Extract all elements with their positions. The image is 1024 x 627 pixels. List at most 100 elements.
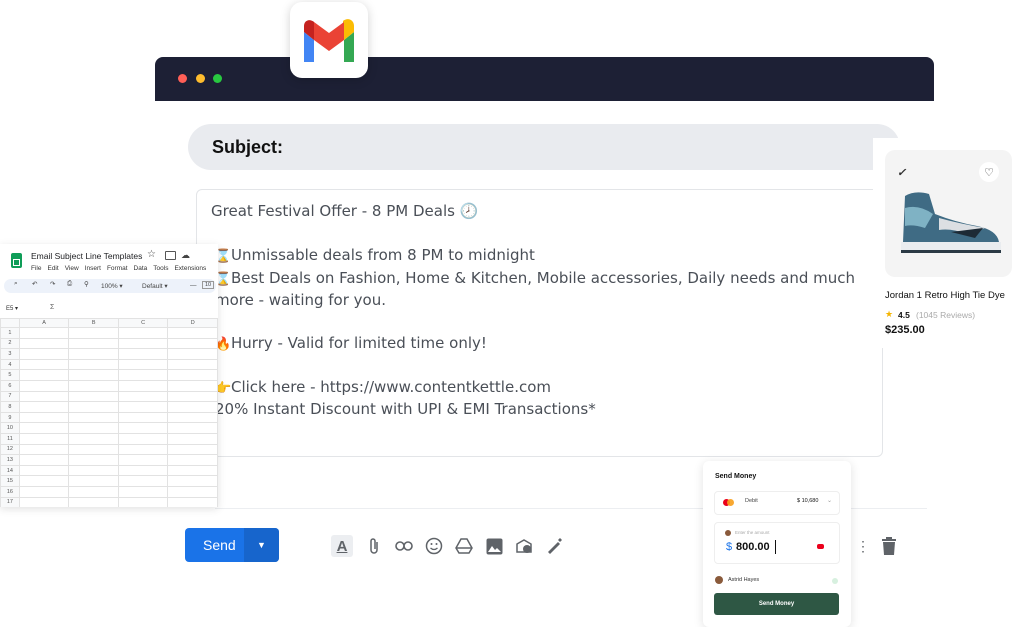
cell[interactable]	[167, 390, 218, 403]
table-row[interactable]: 10	[0, 422, 218, 434]
row-header[interactable]: 7	[0, 390, 20, 403]
cell[interactable]	[68, 379, 119, 392]
cell[interactable]	[117, 348, 169, 360]
table-row[interactable]: 2	[0, 337, 218, 350]
cell[interactable]	[117, 327, 169, 339]
cell[interactable]	[117, 369, 169, 381]
menu-edit[interactable]: Edit	[47, 265, 58, 272]
sheet-grid[interactable]: ABCD 1 2 3 4 5 6 7 8 9 10 11 12 13 14 15 16 17	[0, 318, 218, 507]
cell[interactable]	[18, 411, 70, 424]
cell[interactable]	[167, 475, 218, 487]
cell[interactable]	[68, 475, 119, 487]
cell[interactable]	[68, 327, 119, 339]
row-header[interactable]: 12	[0, 443, 20, 456]
print-icon[interactable]: ⎙	[67, 280, 72, 288]
cell[interactable]	[117, 454, 169, 466]
cell[interactable]	[18, 358, 70, 371]
cell[interactable]	[18, 422, 70, 434]
cell[interactable]	[117, 358, 169, 371]
row-header[interactable]: 4	[0, 358, 20, 371]
insert-photo-icon[interactable]	[483, 535, 505, 557]
close-window-dot[interactable]	[178, 74, 187, 83]
row-header[interactable]: 8	[0, 401, 20, 413]
row-header[interactable]: 16	[0, 485, 20, 498]
cell[interactable]	[68, 390, 119, 403]
cell[interactable]	[117, 401, 169, 413]
cell[interactable]	[117, 337, 169, 350]
cell[interactable]	[167, 464, 218, 477]
menu-insert[interactable]: Insert	[85, 265, 101, 272]
subject-field[interactable]: Subject:	[188, 124, 900, 170]
row-header[interactable]: 10	[0, 422, 20, 434]
table-row[interactable]: 16	[0, 485, 218, 498]
row-header[interactable]: 6	[0, 379, 20, 392]
cell[interactable]	[117, 464, 169, 477]
cell[interactable]	[68, 432, 119, 445]
folder-icon[interactable]	[165, 251, 176, 260]
amount-input[interactable]: Enter the amount $ 800.00	[714, 522, 840, 564]
row-header[interactable]: 14	[0, 464, 20, 477]
table-row[interactable]: 15	[0, 475, 218, 487]
cell[interactable]	[117, 411, 169, 424]
row-header[interactable]: 3	[0, 348, 20, 360]
menu-file[interactable]: File	[31, 265, 41, 272]
menu-data[interactable]: Data	[134, 265, 148, 272]
cell[interactable]	[117, 475, 169, 487]
row-header[interactable]: 9	[0, 411, 20, 424]
paint-format-icon[interactable]: ⚲	[84, 280, 89, 288]
cell[interactable]	[117, 485, 169, 498]
cell[interactable]	[68, 369, 119, 381]
row-header[interactable]: 17	[0, 496, 20, 507]
table-row[interactable]: 14	[0, 464, 218, 477]
insert-link-icon[interactable]	[393, 535, 415, 557]
send-options-dropdown-icon[interactable]: ▼	[244, 528, 279, 562]
table-row[interactable]: 7	[0, 390, 218, 403]
maximize-window-dot[interactable]	[213, 74, 222, 83]
menu-tools[interactable]: Tools	[153, 265, 168, 272]
cell-reference[interactable]: E5 ▾	[6, 305, 18, 312]
message-body[interactable]: Great Festival Offer - 8 PM Deals 🕗 ⌛Unm…	[196, 189, 883, 457]
menu-view[interactable]: View	[65, 265, 79, 272]
cell[interactable]	[167, 496, 218, 507]
cell[interactable]	[18, 327, 70, 339]
cell[interactable]	[167, 401, 218, 413]
font-select[interactable]: Default ▾	[142, 282, 168, 290]
table-row[interactable]: 5	[0, 369, 218, 381]
cell[interactable]	[68, 422, 119, 434]
menu-format[interactable]: Format	[107, 265, 128, 272]
row-header[interactable]: 1	[0, 327, 20, 339]
cell[interactable]	[18, 401, 70, 413]
cell[interactable]	[18, 485, 70, 498]
table-row[interactable]: 13	[0, 454, 218, 466]
cell[interactable]	[167, 337, 218, 350]
cell[interactable]	[68, 411, 119, 424]
cell[interactable]	[167, 327, 218, 339]
cell[interactable]	[167, 422, 218, 434]
table-row[interactable]: 11	[0, 432, 218, 445]
cell[interactable]	[18, 379, 70, 392]
row-header[interactable]: 15	[0, 475, 20, 487]
row-header[interactable]: 2	[0, 337, 20, 350]
cell[interactable]	[68, 443, 119, 456]
star-icon[interactable]: ☆	[147, 249, 156, 260]
table-row[interactable]: 12	[0, 443, 218, 456]
search-icon[interactable]: ⌕	[14, 280, 18, 288]
cell[interactable]	[18, 348, 70, 360]
cell[interactable]	[18, 369, 70, 381]
cell[interactable]	[167, 358, 218, 371]
favorite-heart-icon[interactable]: ♡	[979, 162, 999, 182]
cell[interactable]	[68, 454, 119, 466]
table-row[interactable]: 9	[0, 411, 218, 424]
drive-icon[interactable]	[453, 535, 475, 557]
cell[interactable]	[68, 348, 119, 360]
cell[interactable]	[167, 485, 218, 498]
cell[interactable]	[167, 443, 218, 456]
cell[interactable]	[18, 475, 70, 487]
confidential-mode-icon[interactable]	[513, 535, 535, 557]
cell[interactable]	[18, 432, 70, 445]
cell[interactable]	[117, 422, 169, 434]
cell[interactable]	[117, 432, 169, 445]
emoji-icon[interactable]	[423, 535, 445, 557]
row-header[interactable]: 13	[0, 454, 20, 466]
table-row[interactable]: 8	[0, 401, 218, 413]
